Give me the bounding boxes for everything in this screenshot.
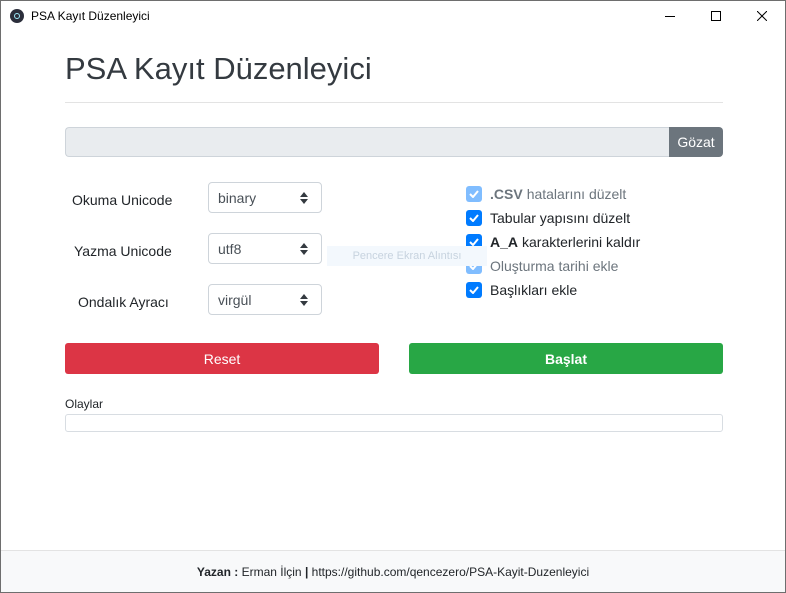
reset-button[interactable]: Reset (65, 343, 379, 374)
read-unicode-label: Okuma Unicode (72, 192, 173, 208)
check-remove-aa-bold: A_A (490, 234, 519, 250)
start-button[interactable]: Başlat (409, 343, 723, 374)
sort-caret-icon (300, 192, 308, 204)
decimal-separator-value: virgül (218, 292, 252, 308)
events-log[interactable] (65, 414, 723, 432)
minimize-icon (665, 16, 675, 17)
decimal-separator-label: Ondalık Ayracı (78, 294, 169, 310)
divider (65, 102, 723, 103)
sort-caret-icon (300, 294, 308, 306)
check-add-headers[interactable]: Başlıkları ekle (466, 281, 577, 299)
check-fix-tabular-label: Tabular yapısını düzelt (490, 210, 631, 226)
events-label: Olaylar (65, 397, 104, 411)
footer: Yazan : Erman İlçin | https://github.com… (1, 550, 785, 592)
check-add-created-date-label: Oluşturma tarihi ekle (490, 258, 619, 274)
check-add-created-date[interactable]: Oluşturma tarihi ekle (466, 257, 618, 275)
check-add-headers-label: Başlıkları ekle (490, 282, 578, 298)
app-window: PSA Kayıt Düzenleyici PSA Kayıt Düzenley… (0, 0, 786, 593)
maximize-button[interactable] (693, 1, 739, 31)
minimize-button[interactable] (647, 1, 693, 31)
footer-repo-link[interactable]: https://github.com/qencezero/PSA-Kayit-D… (312, 565, 589, 579)
sort-caret-icon (300, 243, 308, 255)
read-unicode-select[interactable]: binary (208, 182, 322, 213)
checkbox-checked-icon[interactable] (466, 186, 482, 202)
write-unicode-value: utf8 (218, 241, 242, 257)
decimal-separator-select[interactable]: virgül (208, 284, 322, 315)
check-fix-csv[interactable]: .CSV hatalarını düzelt (466, 185, 626, 203)
footer-separator: | (304, 564, 309, 579)
check-fix-csv-label: hatalarını düzelt (526, 186, 627, 202)
title-bar: PSA Kayıt Düzenleyici (1, 1, 785, 31)
snipping-tool-overlay: Pencere Ekran Alıntısı (327, 246, 487, 266)
footer-author-name: Erman İlçin (241, 564, 302, 579)
check-remove-aa-label: karakterlerini kaldır (522, 234, 641, 250)
close-icon (757, 11, 767, 21)
footer-author-label: Yazan : (196, 564, 239, 579)
write-unicode-select[interactable]: utf8 (208, 233, 322, 264)
window-title: PSA Kayıt Düzenleyici (31, 9, 150, 23)
page-title: PSA Kayıt Düzenleyici (65, 51, 372, 86)
check-remove-aa[interactable]: A_A karakterlerini kaldır (466, 233, 640, 251)
maximize-icon (711, 11, 721, 21)
checkbox-checked-icon[interactable] (466, 210, 482, 226)
check-fix-tabular[interactable]: Tabular yapısını düzelt (466, 209, 630, 227)
checkbox-checked-icon[interactable] (466, 282, 482, 298)
file-path-input[interactable] (65, 127, 669, 157)
write-unicode-label: Yazma Unicode (74, 243, 172, 259)
read-unicode-value: binary (218, 190, 257, 206)
browse-button[interactable]: Gözat (669, 127, 723, 157)
electron-app-icon (10, 9, 24, 23)
check-fix-csv-bold: .CSV (490, 186, 523, 202)
close-button[interactable] (739, 1, 785, 31)
